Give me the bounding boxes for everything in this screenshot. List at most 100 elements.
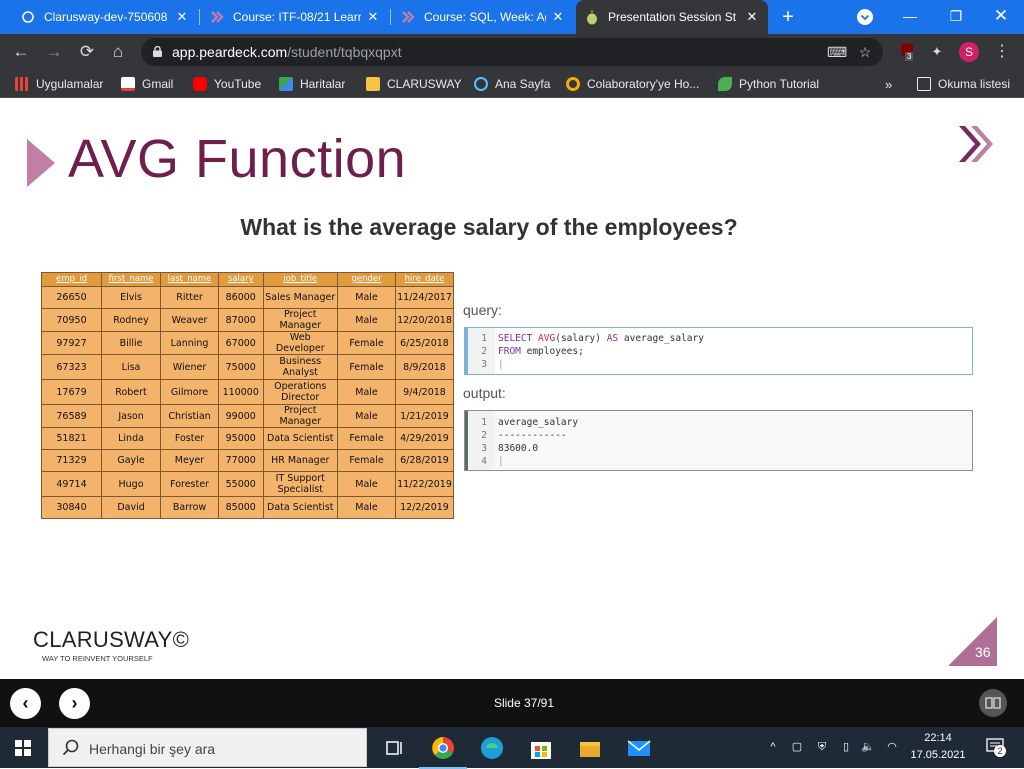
reading-list-label: Okuma listesi xyxy=(938,77,1011,91)
page-number: 36 xyxy=(975,644,991,660)
output-text: average_salary xyxy=(498,417,579,428)
line-number: 4 xyxy=(481,456,487,467)
table-cell-last-name: Foster xyxy=(160,427,219,450)
title-arrow-decoration xyxy=(27,139,55,187)
defender-shield-icon[interactable]: ⛨ xyxy=(814,739,830,755)
table-cell-salary: 86000 xyxy=(218,286,264,309)
mail-app-icon[interactable] xyxy=(625,734,653,762)
table-cell-last-name: Barrow xyxy=(160,496,219,519)
close-icon[interactable]: ✕ xyxy=(550,9,566,25)
meet-now-icon[interactable]: ▢ xyxy=(789,739,805,755)
new-tab-button[interactable]: + xyxy=(778,7,798,27)
code-line: 1 SELECT AVG(salary) AS average_salary xyxy=(465,332,704,345)
close-window-button[interactable]: ✕ xyxy=(991,6,1011,26)
table-cell-hire-date: 12/2/2019 xyxy=(395,496,454,519)
url-path: /student/tqbqxqpxt xyxy=(287,44,402,60)
close-icon[interactable]: ✕ xyxy=(174,9,190,25)
store-app-icon[interactable] xyxy=(527,734,555,762)
table-cell-emp-id: 26650 xyxy=(40,286,103,309)
back-button[interactable]: ← xyxy=(11,42,31,62)
battery-icon[interactable]: ▯ xyxy=(838,739,854,755)
address-bar[interactable]: app.peardeck.com/student/tqbqxqpxt ⌨ ☆ xyxy=(141,38,883,66)
tab-separator xyxy=(199,9,200,25)
close-icon[interactable]: ✕ xyxy=(744,9,760,25)
code-line: 2 ------------ xyxy=(465,429,566,442)
reload-button[interactable]: ⟳ xyxy=(77,42,97,62)
bookmark-apps[interactable]: Uygulamalar xyxy=(15,76,103,92)
extension-ublock-icon[interactable]: 3 xyxy=(897,42,917,62)
volume-icon[interactable]: 🔈 xyxy=(860,739,876,755)
clarusway-chevron-logo xyxy=(959,126,993,162)
table-cell-salary: 85000 xyxy=(218,496,264,519)
output-label: output: xyxy=(463,385,506,401)
table-cell-first-name: Robert xyxy=(101,379,162,405)
close-icon[interactable]: ✕ xyxy=(365,9,381,25)
edge-app-icon[interactable] xyxy=(478,734,506,762)
bookmark-star-icon[interactable]: ☆ xyxy=(857,44,873,60)
table-cell-emp-id: 51821 xyxy=(40,427,103,450)
query-label: query: xyxy=(463,302,502,318)
file-explorer-icon[interactable] xyxy=(576,734,604,762)
table-cell-first-name: Jason xyxy=(101,404,162,428)
forward-button[interactable]: → xyxy=(44,42,64,62)
table-cell-salary: 55000 xyxy=(218,471,264,497)
immersive-reader-icon[interactable] xyxy=(979,689,1007,717)
clock-time[interactable]: 22:14 xyxy=(906,732,970,744)
minimize-button[interactable]: — xyxy=(900,6,920,26)
notifications-icon[interactable]: 2 xyxy=(985,737,1007,757)
table-cell-gender: Male xyxy=(337,404,396,428)
more-bookmarks-icon[interactable]: » xyxy=(885,76,892,92)
task-view-icon[interactable] xyxy=(381,734,409,762)
bookmark-ana-sayfa[interactable]: Ana Sayfa xyxy=(474,76,550,92)
table-row: 67323 Lisa Wiener 75000 Business Analyst Fema… xyxy=(40,354,454,380)
tab-separator xyxy=(390,9,391,25)
clock-date[interactable]: 17.05.2021 xyxy=(906,749,970,761)
folder-icon xyxy=(366,77,380,91)
table-cell-emp-id: 17679 xyxy=(40,379,103,405)
sql-text: employees; xyxy=(520,346,584,357)
query-code-editor[interactable]: 1 SELECT AVG(salary) AS average_salary 2F… xyxy=(464,327,973,375)
bookmark-label: Python Tutorial xyxy=(739,77,820,91)
logo-tagline: WAY TO REINVENT YOURSELF xyxy=(42,654,153,663)
bookmark-python-tutorial[interactable]: Python Tutorial xyxy=(718,76,819,92)
tab-title: Presentation Session St xyxy=(608,10,737,24)
bookmark-clarusway[interactable]: CLARUSWAY xyxy=(366,76,462,92)
output-panel: 1 average_salary 2 ------------ 3 83600.0 4… xyxy=(464,410,973,471)
circle-icon xyxy=(20,9,36,25)
bookmark-gmail[interactable]: Gmail xyxy=(121,76,173,92)
chrome-app-icon[interactable] xyxy=(419,734,467,769)
bookmark-youtube[interactable]: YouTube xyxy=(193,76,261,92)
taskbar-search-box[interactable]: Herhangi bir şey ara xyxy=(48,728,367,767)
wifi-icon[interactable]: ◠ xyxy=(884,739,900,755)
code-line: 3 83600.0 xyxy=(465,442,538,455)
tab-search-button[interactable] xyxy=(857,9,873,25)
column-header: gender xyxy=(337,272,396,287)
tab-clarusway-dev[interactable]: Clarusway-dev-750608 ✕ xyxy=(12,0,198,34)
reading-list-button[interactable]: Okuma listesi xyxy=(917,76,1010,92)
profile-avatar[interactable]: S xyxy=(959,42,979,62)
slide-question: What is the average salary of the employ… xyxy=(240,214,738,240)
restore-button[interactable]: ❐ xyxy=(946,6,966,26)
w3-icon xyxy=(718,77,732,91)
bookmark-label: CLARUSWAY xyxy=(387,77,462,91)
bookmark-maps[interactable]: Haritalar xyxy=(279,76,345,92)
table-cell-gender: Female xyxy=(337,354,396,380)
menu-kebab-icon[interactable]: ⋮ xyxy=(992,42,1012,62)
slide-counter: Slide 37/91 xyxy=(493,696,555,710)
windows-start-icon[interactable] xyxy=(15,740,31,756)
table-cell-salary: 110000 xyxy=(218,379,264,405)
output-result: 83600.0 xyxy=(498,443,539,454)
home-button[interactable]: ⌂ xyxy=(108,42,128,62)
bookmark-colab[interactable]: Colaboratory'ye Ho... xyxy=(566,76,699,92)
apps-grid-icon xyxy=(15,77,29,91)
translate-icon[interactable]: ⌨ xyxy=(827,44,847,60)
extensions-puzzle-icon[interactable]: ✦ xyxy=(927,42,947,62)
table-cell-job-title: Data Scientist xyxy=(262,496,339,519)
youtube-icon xyxy=(193,77,207,91)
tab-course-sql[interactable]: Course: SQL, Week: Agg ✕ xyxy=(392,0,574,34)
presentation-slide: AVG Function What is the average salary … xyxy=(0,103,1024,677)
chevron-up-icon[interactable]: ^ xyxy=(765,739,781,755)
sql-keyword: FROM xyxy=(498,346,521,357)
tab-course-itf[interactable]: Course: ITF-08/21 Learn ✕ xyxy=(201,0,389,34)
tab-presentation-session[interactable]: Presentation Session St ✕ xyxy=(576,0,768,34)
